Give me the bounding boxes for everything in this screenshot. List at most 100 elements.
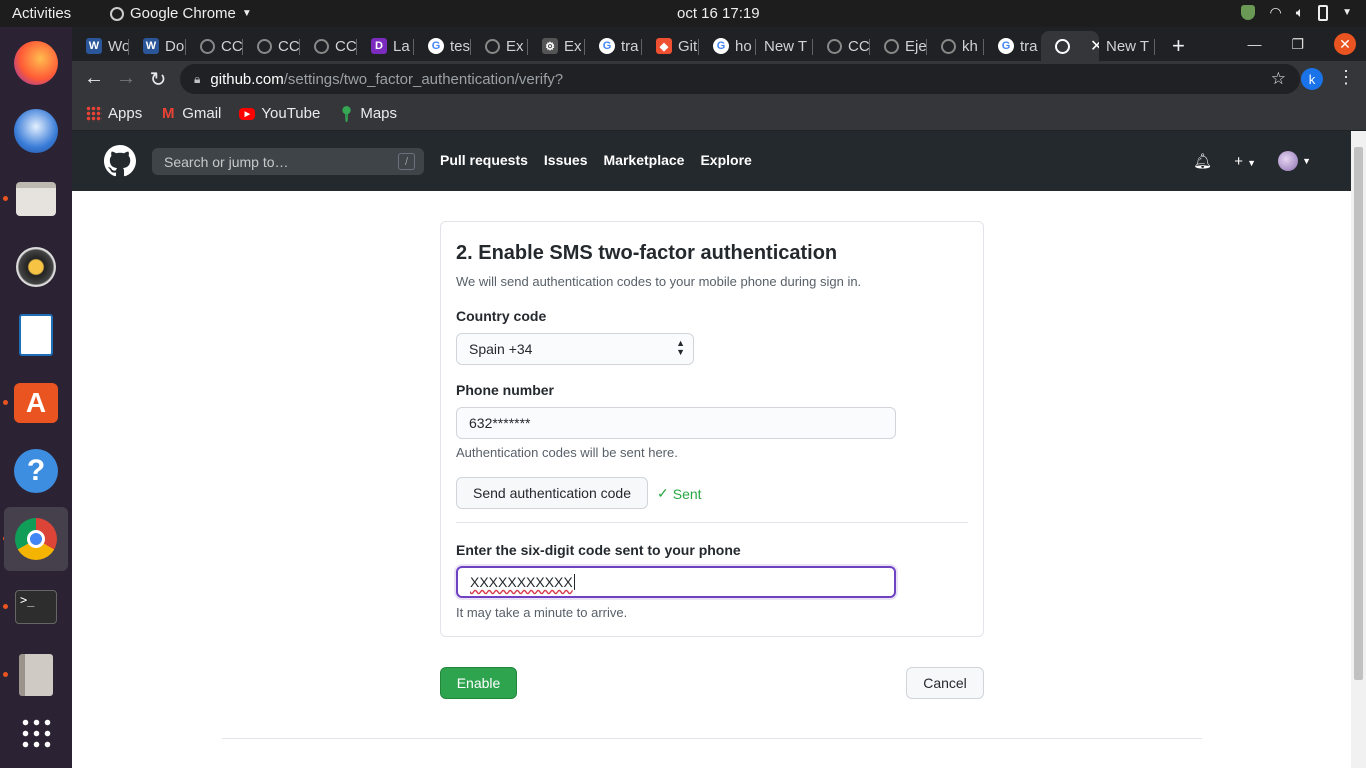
app-menu[interactable]: Google Chrome ▼	[110, 5, 252, 22]
browser-tab[interactable]: W Do	[129, 31, 186, 61]
wifi-icon[interactable]: ◠	[1269, 4, 1281, 21]
github-search-input[interactable]: Search or jump to… /	[152, 148, 424, 175]
github-icon	[200, 38, 215, 54]
browser-tab[interactable]: W Wo	[72, 31, 129, 61]
archive-manager-icon[interactable]	[10, 649, 62, 701]
tab-label: ho	[735, 37, 752, 55]
address-bar[interactable]: 🔒︎ github.com/settings/two_factor_authen…	[180, 64, 1300, 94]
cancel-button[interactable]: Cancel	[906, 667, 984, 699]
scrollbar-thumb[interactable]	[1354, 147, 1363, 680]
bookmark-star-icon[interactable]: ☆	[1271, 69, 1286, 89]
maximize-icon[interactable]: ❐	[1291, 36, 1304, 53]
google-icon: G	[428, 38, 444, 54]
github-icon	[1055, 38, 1070, 54]
rhythmbox-icon[interactable]	[10, 241, 62, 293]
browser-toolbar: ← → ↻ 🔒︎ github.com/settings/two_factor_…	[72, 61, 1366, 97]
chevron-down-icon[interactable]: ▼	[1342, 7, 1352, 18]
libreoffice-writer-icon[interactable]	[10, 309, 62, 361]
search-placeholder: Search or jump to…	[164, 153, 289, 170]
browser-tab[interactable]: Eje	[870, 31, 927, 61]
country-code-select[interactable]: Spain +34 ▲ ▼	[456, 333, 694, 365]
new-tab-button[interactable]: +	[1172, 33, 1185, 59]
bookmark-youtube[interactable]: ▶ YouTube	[239, 105, 320, 122]
browser-tab[interactable]: Gtra	[585, 31, 642, 61]
close-window-button[interactable]: ✕	[1334, 33, 1356, 55]
browser-tab[interactable]: Gho	[699, 31, 756, 61]
browser-tab[interactable]: kh	[927, 31, 984, 61]
nav-marketplace[interactable]: Marketplace	[604, 152, 685, 168]
thunderbird-icon[interactable]	[10, 105, 62, 157]
bookmark-gmail[interactable]: M Gmail	[160, 105, 221, 122]
github-icon	[941, 38, 956, 54]
phone-number-label: Phone number	[456, 382, 555, 398]
show-applications-icon[interactable]	[10, 707, 62, 759]
reload-icon[interactable]: ↻	[146, 67, 170, 92]
user-menu-dropdown[interactable]: ▼	[1278, 151, 1311, 171]
browser-tab[interactable]: New T	[756, 31, 813, 61]
back-arrow-icon[interactable]: ←	[82, 67, 106, 90]
browser-tab[interactable]: D La	[357, 31, 414, 61]
shield-icon[interactable]	[1241, 5, 1256, 20]
system-tray[interactable]: ◠ 🔈︎ ▼	[1241, 4, 1352, 21]
chrome-dock-icon[interactable]	[4, 507, 68, 571]
avatar	[1278, 151, 1299, 171]
battery-icon[interactable]	[1318, 4, 1329, 21]
bookmark-apps[interactable]: Apps	[86, 105, 142, 122]
browser-tab[interactable]: Ex	[471, 31, 528, 61]
tab-label: Ex	[564, 37, 582, 55]
files-icon[interactable]	[10, 173, 62, 225]
notification-bell-icon[interactable]: 🔔︎	[1193, 152, 1212, 170]
clock[interactable]: oct 16 17:19	[677, 5, 760, 22]
nav-explore[interactable]: Explore	[700, 152, 751, 168]
profile-avatar[interactable]: k	[1301, 68, 1323, 90]
lock-icon[interactable]: 🔒︎	[194, 72, 200, 87]
tab-label: tra	[1020, 37, 1038, 55]
tab-active[interactable]: ✕	[1041, 31, 1099, 61]
tab-label: Git	[678, 37, 698, 55]
phone-number-field[interactable]: 632*******	[456, 407, 896, 439]
github-nav: Pull requests Issues Marketplace Explore	[440, 152, 752, 168]
minimize-icon[interactable]: —	[1247, 36, 1261, 52]
browser-tab[interactable]: CC	[186, 31, 243, 61]
verification-code-field[interactable]: XXXXXXXXXXX	[456, 566, 896, 598]
software-center-icon[interactable]: A	[10, 377, 62, 429]
browser-tab[interactable]: CC	[300, 31, 357, 61]
browser-tab[interactable]: CC	[813, 31, 870, 61]
volume-icon[interactable]: 🔈︎	[1296, 4, 1304, 21]
activities-button[interactable]: Activities	[12, 5, 71, 22]
tab-label: CC	[278, 37, 300, 55]
terminal-icon[interactable]: >_	[10, 581, 62, 633]
sms-2fa-form: 2. Enable SMS two-factor authentication …	[440, 221, 984, 637]
chrome-menu-icon[interactable]: ⋮	[1337, 67, 1355, 88]
phone-note: Authentication codes will be sent here.	[456, 445, 678, 460]
browser-tab[interactable]: CC	[243, 31, 300, 61]
app-icon: D	[371, 38, 387, 54]
firefox-icon[interactable]	[10, 37, 62, 89]
page-scrollbar[interactable]	[1351, 131, 1366, 768]
github-icon	[314, 38, 329, 54]
bookmark-label: Maps	[360, 105, 398, 122]
form-subtitle: We will send authentication codes to you…	[456, 274, 862, 289]
help-icon[interactable]: ?	[10, 445, 62, 497]
create-new-dropdown[interactable]: + ▼	[1234, 153, 1256, 170]
tab-label: CC	[335, 37, 357, 55]
github-icon	[485, 38, 500, 54]
browser-tab[interactable]: New T	[1098, 31, 1155, 61]
send-code-button[interactable]: Send authentication code	[456, 477, 648, 509]
browser-tab[interactable]: Gtra	[984, 31, 1041, 61]
forward-arrow-icon[interactable]: →	[114, 67, 138, 90]
browser-tab[interactable]: ◆ Git	[642, 31, 699, 61]
nav-issues[interactable]: Issues	[544, 152, 588, 168]
tab-label: Eje	[905, 37, 927, 55]
app-name: Google Chrome	[130, 5, 236, 22]
running-indicator	[3, 672, 8, 677]
enable-button[interactable]: Enable	[440, 667, 517, 699]
word-icon: W	[143, 38, 159, 54]
running-indicator	[3, 400, 8, 405]
nav-pull-requests[interactable]: Pull requests	[440, 152, 528, 168]
bookmark-maps[interactable]: 📍︎ Maps	[337, 105, 398, 123]
github-logo-icon[interactable]	[104, 145, 136, 177]
tab-label: New T	[764, 37, 808, 55]
browser-tab[interactable]: Gtes	[414, 31, 471, 61]
browser-tab[interactable]: ⚙ Ex	[528, 31, 585, 61]
